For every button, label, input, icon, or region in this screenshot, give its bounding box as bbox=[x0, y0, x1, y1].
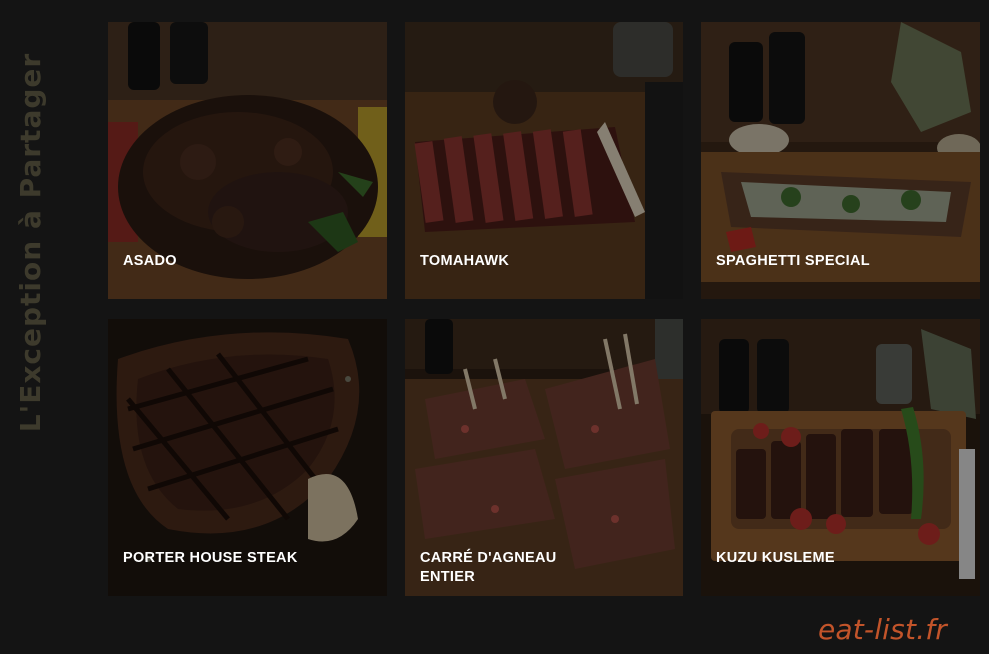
dish-card-kuzu-kusleme[interactable]: KUZU KUSLEME bbox=[701, 319, 980, 596]
dish-name: TOMAHAWK bbox=[420, 253, 510, 269]
dish-card-carre-dagneau-entier[interactable]: CARRÉ D'AGNEAU ENTIER bbox=[405, 319, 683, 596]
dish-name: ASADO bbox=[123, 253, 177, 269]
section-title: L'Exception à Partager bbox=[12, 22, 50, 462]
dish-name: CARRÉ D'AGNEAU ENTIER bbox=[420, 550, 557, 585]
watermark: eat-list.fr bbox=[817, 613, 947, 646]
dish-card-asado[interactable]: ASADO bbox=[108, 22, 387, 299]
dish-name: PORTER HOUSE STEAK bbox=[123, 550, 298, 566]
section-title-text: L'Exception à Partager bbox=[14, 52, 48, 432]
dish-card-porter-house-steak[interactable]: PORTER HOUSE STEAK bbox=[108, 319, 387, 596]
dish-card-tomahawk[interactable]: TOMAHAWK bbox=[405, 22, 683, 299]
dish-card-spaghetti-special[interactable]: SPAGHETTI SPECIAL bbox=[701, 22, 980, 299]
dish-name: SPAGHETTI SPECIAL bbox=[716, 253, 870, 269]
page: L'Exception à Partager ASADO TOMAHAWK SP… bbox=[0, 0, 989, 654]
dish-grid: ASADO TOMAHAWK SPAGHETTI SPECIAL PORTER … bbox=[108, 22, 982, 596]
dish-name: KUZU KUSLEME bbox=[716, 550, 835, 566]
